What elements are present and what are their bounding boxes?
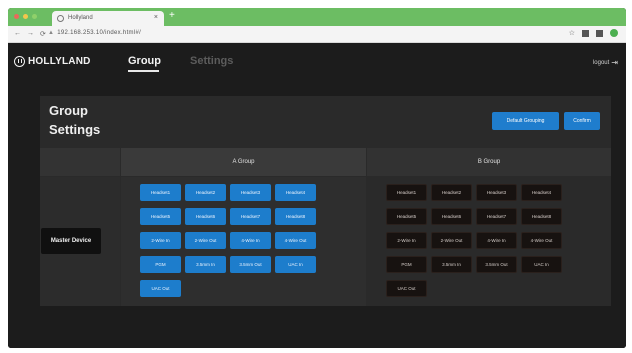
row-label-column: Master Device — [40, 177, 120, 306]
brand-logo: HOLLYLAND — [14, 56, 91, 67]
hollyland-logo-icon — [14, 56, 25, 67]
close-tab-icon[interactable]: × — [154, 14, 158, 21]
profile-avatar[interactable] — [610, 29, 618, 37]
confirm-button[interactable]: Confirm — [564, 112, 600, 130]
active-tab-indicator — [128, 70, 159, 72]
a-group-device-chip[interactable]: Headset1 — [140, 184, 181, 201]
page-title: Group Settings — [49, 103, 101, 137]
a-group-device-chip[interactable]: PGM — [140, 256, 181, 273]
a-group-device-chip[interactable]: 3.5mm Out — [230, 256, 271, 273]
nav-tab-settings[interactable]: Settings — [190, 55, 233, 67]
a-group-device-chip[interactable]: Headset4 — [275, 184, 316, 201]
header-blank-cell — [40, 148, 120, 176]
a-group-device-chip[interactable]: Headset6 — [185, 208, 226, 225]
browser-window: Hollyland × + ← → ⟳ ▲ 192.168.253.10/inde… — [8, 8, 626, 348]
master-device-label: Master Device — [41, 228, 101, 254]
app-header: HOLLYLAND Group Settings logout ⇥ — [8, 43, 626, 79]
default-grouping-button[interactable]: Default Grouping — [492, 112, 559, 130]
b-group-device-chip[interactable]: 2-Wire In — [386, 232, 427, 249]
lock-icon: ▲ — [48, 30, 55, 36]
logout-button[interactable]: logout ⇥ — [593, 58, 618, 67]
a-group-device-chip[interactable]: UAC Out — [140, 280, 181, 297]
b-group-device-chip[interactable]: Headset2 — [431, 184, 472, 201]
a-group-device-chip[interactable]: Headset3 — [230, 184, 271, 201]
page-footer-area — [8, 313, 626, 348]
group-table-header: A Group B Group — [40, 148, 611, 176]
a-group-device-chip[interactable]: Headset8 — [275, 208, 316, 225]
address-bar-icons: ☆ — [569, 29, 618, 37]
a-group-device-chip[interactable]: 4-Wire In — [230, 232, 271, 249]
a-group-device-chip[interactable]: 4-Wire Out — [275, 232, 316, 249]
url-field[interactable]: ▲ 192.168.253.10/index.html#/ — [48, 30, 141, 36]
b-group-header: B Group — [367, 148, 611, 176]
b-group-device-chip[interactable]: 3.5mm Out — [476, 256, 517, 273]
b-group-device-chip[interactable]: Headset3 — [476, 184, 517, 201]
a-group-header: A Group — [121, 148, 366, 176]
extension-icon[interactable] — [582, 30, 589, 37]
reload-icon[interactable]: ⟳ — [40, 30, 46, 38]
b-group-column: Headset1 Headset2 Headset3 Headset4 Headset5… — [367, 177, 611, 306]
b-group-device-chip[interactable]: Headset7 — [476, 208, 517, 225]
tab-title: Hollyland — [68, 15, 93, 21]
browser-nav: ← → ⟳ — [14, 30, 46, 38]
b-group-device-chip[interactable]: UAC Out — [386, 280, 427, 297]
tab-search-icon[interactable] — [596, 30, 603, 37]
b-group-device-chip[interactable]: 4-Wire Out — [521, 232, 562, 249]
b-group-device-chip[interactable]: Headset5 — [386, 208, 427, 225]
a-group-device-chip[interactable]: Headset5 — [140, 208, 181, 225]
group-settings-card: Group Settings Default Grouping Confirm … — [40, 96, 611, 306]
new-tab-button[interactable]: + — [169, 11, 175, 21]
b-group-device-chip[interactable]: Headset8 — [521, 208, 562, 225]
address-bar: ← → ⟳ ▲ 192.168.253.10/index.html#/ ☆ — [8, 26, 626, 43]
b-group-device-chip[interactable]: 2-Wire Out — [431, 232, 472, 249]
a-group-device-chip[interactable]: Headset2 — [185, 184, 226, 201]
browser-tab-bar: Hollyland × + — [8, 8, 626, 26]
b-group-device-chip[interactable]: Headset4 — [521, 184, 562, 201]
forward-icon[interactable]: → — [27, 30, 34, 38]
b-group-device-chip[interactable]: 4-Wire In — [476, 232, 517, 249]
b-group-device-chip[interactable]: 3.5mm In — [431, 256, 472, 273]
logout-label: logout — [592, 59, 610, 66]
a-group-device-chip[interactable]: Headset7 — [230, 208, 271, 225]
a-group-device-chip[interactable]: 2-Wire Out — [185, 232, 226, 249]
b-group-devices: Headset1 Headset2 Headset3 Headset4 Headset5… — [367, 177, 611, 306]
a-group-devices: Headset1 Headset2 Headset3 Headset4 Headset5… — [121, 177, 366, 306]
b-group-device-chip[interactable]: PGM — [386, 256, 427, 273]
brand-name: HOLLYLAND — [28, 56, 91, 67]
nav-tab-group[interactable]: Group — [128, 55, 161, 67]
globe-icon — [57, 15, 64, 22]
app-page: HOLLYLAND Group Settings logout ⇥ Group … — [8, 43, 626, 348]
a-group-column: Headset1 Headset2 Headset3 Headset4 Headset5… — [121, 177, 366, 306]
url-text: 192.168.253.10/index.html#/ — [57, 30, 142, 36]
a-group-device-chip[interactable]: 3.5mm In — [185, 256, 226, 273]
a-group-device-chip[interactable]: 2-Wire In — [140, 232, 181, 249]
window-controls[interactable] — [14, 14, 37, 19]
b-group-device-chip[interactable]: UAC In — [521, 256, 562, 273]
b-group-device-chip[interactable]: Headset1 — [386, 184, 427, 201]
b-group-device-chip[interactable]: Headset6 — [431, 208, 472, 225]
back-icon[interactable]: ← — [14, 30, 21, 38]
browser-tab[interactable]: Hollyland × — [52, 11, 164, 26]
bookmark-star-icon[interactable]: ☆ — [569, 29, 575, 37]
a-group-device-chip[interactable]: UAC In — [275, 256, 316, 273]
logout-icon: ⇥ — [611, 58, 618, 67]
